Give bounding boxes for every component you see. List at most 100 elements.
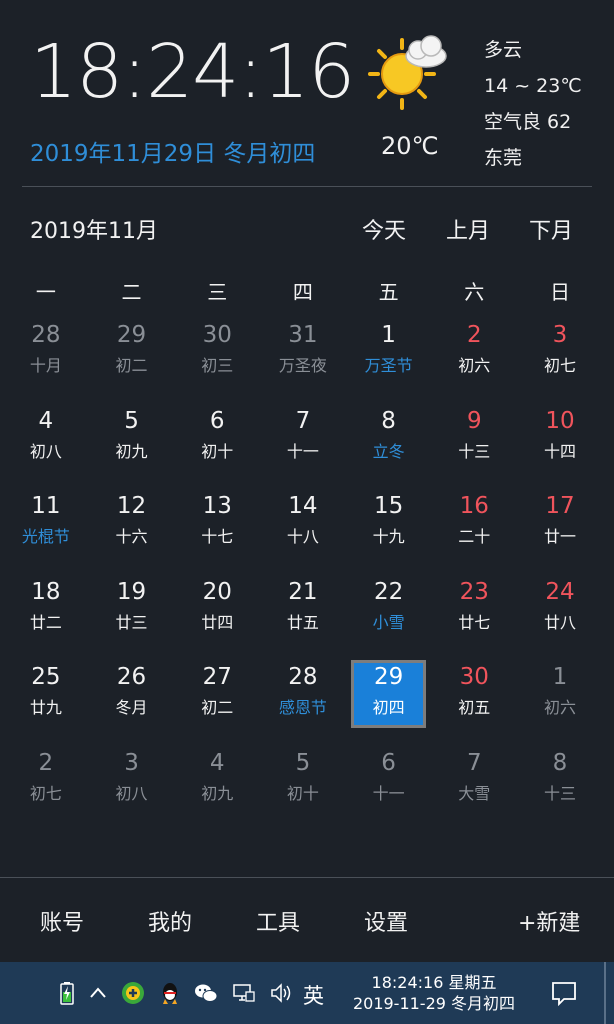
volume-icon[interactable] [268,980,294,1006]
calendar-day[interactable]: 7 大雪 [431,744,517,830]
lunar-label: 初三 [201,356,234,375]
lunar-label: 十一 [372,783,405,803]
security-guard-icon[interactable] [120,980,146,1006]
calendar-day[interactable]: 28 十月 [3,316,89,402]
calendar-day[interactable]: 15 十九 [346,487,432,573]
calendar-day[interactable]: 13 十七 [174,487,260,573]
weekday-label: 六 [464,280,485,304]
day-number: 22 [373,578,404,605]
show-desktop-edge[interactable] [604,962,606,1024]
day-number: 19 [116,578,147,605]
calendar-day[interactable]: 2 初六 [431,316,517,402]
calendar-day[interactable]: 3 初八 [89,744,175,830]
calendar-day[interactable]: 14 十八 [260,487,346,573]
day-number: 15 [373,493,404,519]
calendar-day[interactable]: 1 初六 [517,658,603,744]
lunar-label: 廿九 [29,698,62,717]
today-button[interactable]: 今天 [362,213,406,245]
settings-button[interactable]: 设置 [364,905,408,937]
lunar-label: 初十 [201,441,234,461]
calendar-day[interactable]: 7 十一 [260,402,346,488]
calendar-day[interactable]: 2 初七 [3,744,89,830]
calendar-day[interactable]: 8 十三 [517,744,603,830]
calendar-day[interactable]: 6 初十 [174,402,260,488]
new-button[interactable]: +新建 [518,905,580,937]
calendar-day[interactable]: 28 感恩节 [260,658,346,744]
calendar-week-row: 28 十月 29 初二 30 初三 31 万圣夜 1 万圣节 2 初六 3 初七 [3,316,603,402]
calendar-day[interactable]: 27 初二 [174,658,260,744]
calendar-day[interactable]: 29 初二 [89,316,175,402]
day-number: 16 [459,493,489,519]
calendar-day[interactable]: 9 十三 [431,402,517,488]
battery-charging-icon[interactable] [54,980,80,1006]
mine-button[interactable]: 我的 [148,905,192,937]
lunar-label: 十月 [29,356,62,375]
account-button[interactable]: 账号 [40,905,84,937]
tools-button[interactable]: 工具 [256,905,300,937]
lunar-label: 十三 [543,783,576,803]
calendar-day[interactable]: 10 十四 [517,402,603,488]
day-number: 10 [545,407,575,434]
calendar-day[interactable]: 24 廿八 [517,573,603,659]
day-number: 17 [545,493,575,519]
calendar-day[interactable]: 26 冬月 [89,658,175,744]
calendar-grid: 28 十月 29 初二 30 初三 31 万圣夜 1 万圣节 2 初六 3 初七 4 初八 5 初九 6 初十 7 十一 8… [3,316,603,829]
calendar-day[interactable]: 5 初十 [260,744,346,830]
calendar-day[interactable]: 18 廿二 [3,573,89,659]
day-number: 6 [209,407,225,434]
lunar-label: 大雪 [458,783,491,803]
calendar-day[interactable]: 21 廿五 [260,573,346,659]
calendar-day[interactable]: 4 初八 [3,402,89,488]
lunar-label: 初四 [372,698,405,717]
day-number: 26 [116,664,147,690]
calendar-day[interactable]: 3 初七 [517,316,603,402]
qq-penguin-icon[interactable] [157,980,183,1006]
weather-condition: 多云 [484,39,523,61]
day-number: 7 [295,407,311,434]
calendar-day[interactable]: 19 廿三 [89,573,175,659]
calendar-day[interactable]: 30 初三 [174,316,260,402]
calendar-week-row: 18 廿二 19 廿三 20 廿四 21 廿五 22 小雪 23 廿七 24 廿八 [3,573,603,659]
wechat-icon[interactable] [193,980,219,1006]
calendar-day[interactable]: 8 立冬 [346,402,432,488]
lunar-label: 廿二 [29,612,62,632]
calendar-day[interactable]: 1 万圣节 [346,316,432,402]
next-month-button[interactable]: 下月 [529,213,573,245]
day-number: 9 [466,407,482,434]
day-number: 28 [31,322,61,348]
calendar-day[interactable]: 31 万圣夜 [260,316,346,402]
calendar-day[interactable]: 20 廿四 [174,573,260,659]
calendar-day[interactable]: 23 廿七 [431,573,517,659]
taskbar-date: 2019-11-29 冬月初四 [352,994,516,1013]
lunar-label: 廿一 [543,527,576,546]
calendar-day[interactable]: 17 廿一 [517,487,603,573]
calendar-day[interactable]: 12 十六 [89,487,175,573]
notification-icon[interactable] [550,980,578,1006]
calendar-day[interactable]: 6 十一 [346,744,432,830]
weekday-label: 一 [35,280,56,304]
month-title: 2019年11月 [30,219,158,244]
lunar-label: 初九 [201,783,234,803]
calendar-day[interactable]: 11 光棍节 [3,487,89,573]
calendar-day[interactable]: 16 二十 [431,487,517,573]
prev-month-button[interactable]: 上月 [446,213,490,245]
divider [0,877,614,878]
current-temperature: 20℃ [381,132,439,160]
lunar-label: 初九 [115,441,148,461]
lunar-label: 小雪 [372,612,405,632]
calendar-day-today[interactable]: 29 初四 [346,658,432,744]
calendar-day[interactable]: 22 小雪 [346,573,432,659]
calendar-day[interactable]: 4 初九 [174,744,260,830]
temperature-range: 14 ~ 23℃ [484,75,582,97]
day-number: 13 [202,493,232,519]
calendar-day[interactable]: 5 初九 [89,402,175,488]
lunar-label: 初二 [115,356,148,375]
lunar-label: 二十 [458,527,491,546]
calendar-week-row: 11 光棍节 12 十六 13 十七 14 十八 15 十九 16 二十 17 廿一 [3,487,603,573]
calendar-day[interactable]: 30 初五 [431,658,517,744]
network-icon[interactable] [230,980,256,1006]
taskbar-clock[interactable]: 18:24:16 星期五 2019-11-29 冬月初四 [342,972,526,1014]
chevron-up-icon[interactable] [85,980,111,1006]
input-method-indicator[interactable]: 英 [303,980,324,1010]
calendar-day[interactable]: 25 廿九 [3,658,89,744]
